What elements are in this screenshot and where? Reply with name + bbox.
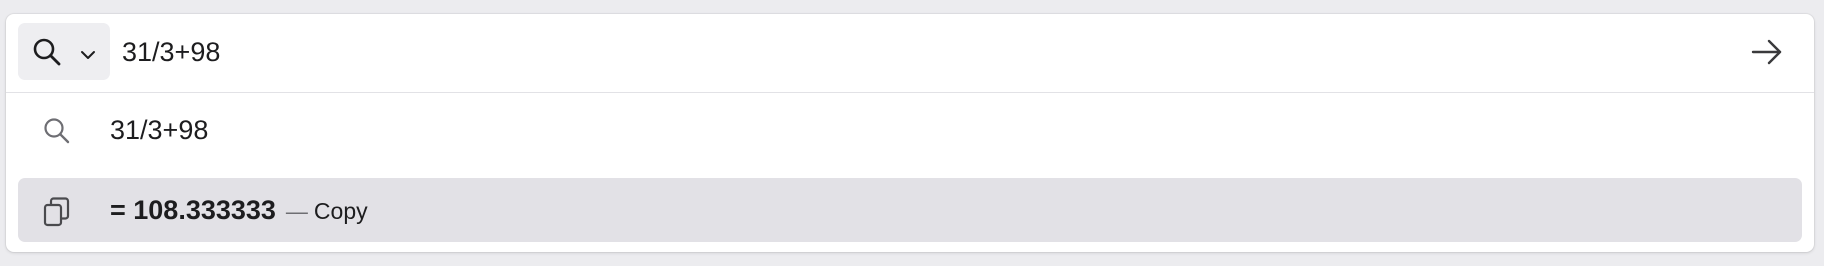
calculation-result: = 108.333333 bbox=[110, 195, 276, 225]
suggestion-text: 31/3+98 bbox=[110, 115, 209, 145]
search-engine-button[interactable] bbox=[18, 23, 110, 80]
search-icon bbox=[42, 116, 72, 151]
chevron-down-icon bbox=[80, 47, 96, 65]
search-icon bbox=[32, 37, 62, 72]
suggestion-search-query[interactable]: 31/3+98 bbox=[18, 98, 1802, 162]
arrow-right-icon[interactable] bbox=[1750, 38, 1784, 71]
copy-action-label: Copy bbox=[313, 198, 368, 224]
calculation-result-text: = 108.333333 — Copy bbox=[110, 178, 368, 242]
separator-dash: — bbox=[285, 199, 308, 224]
search-input[interactable] bbox=[122, 32, 1622, 72]
search-suggestions-panel: 31/3+98 = 108.333333 —Copy bbox=[6, 14, 1814, 252]
suggestion-calculator-result[interactable]: = 108.333333 — Copy bbox=[18, 178, 1802, 242]
copy-icon bbox=[42, 196, 72, 233]
search-bar bbox=[6, 14, 1814, 93]
